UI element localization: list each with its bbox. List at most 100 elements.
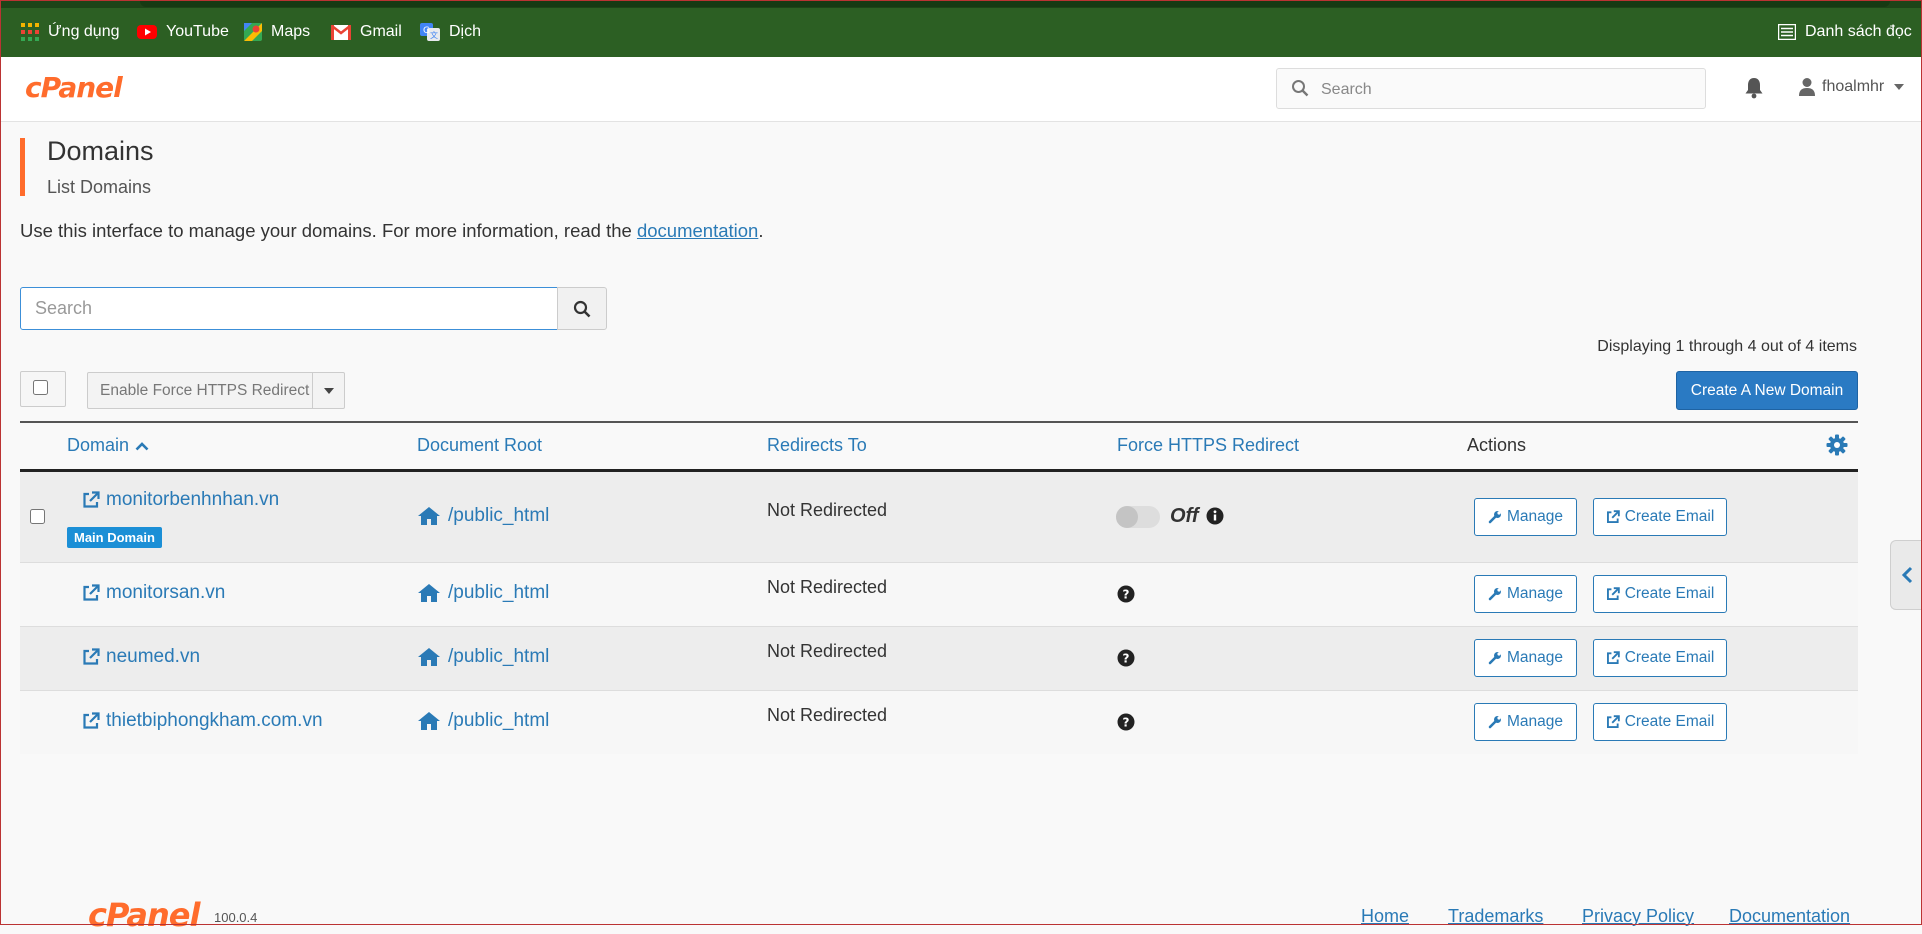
footer-link-privacy-policy[interactable]: Privacy Policy (1582, 906, 1694, 927)
home-icon (417, 647, 441, 667)
create-email-button[interactable]: Create Email (1593, 575, 1727, 613)
reading-list-button[interactable]: Danh sách đọc (1778, 23, 1912, 41)
caret-down-icon (323, 387, 334, 394)
username: fhoalmhr (1822, 78, 1885, 95)
footer-link-documentation[interactable]: Documentation (1729, 906, 1850, 927)
create-email-button[interactable]: Create Email (1593, 498, 1727, 536)
domain-search-field[interactable] (20, 287, 558, 330)
pagination-info: Displaying 1 through 4 out of 4 items (1597, 338, 1857, 355)
manage-button[interactable]: Manage (1474, 639, 1577, 677)
column-header-force-https[interactable]: Force HTTPS Redirect (1117, 435, 1299, 456)
home-icon (417, 711, 441, 731)
bookmarks-bar: Ứng dụng YouTube Maps Gmail G文 Dịch Danh… (0, 0, 1922, 57)
domain-link[interactable]: monitorsan.vn (82, 582, 225, 604)
create-email-label: Create Email (1624, 713, 1715, 730)
redirect-status: Not Redirected (767, 500, 888, 520)
bookmark-label: Gmail (360, 23, 402, 40)
document-root-link[interactable]: /public_html (417, 646, 549, 668)
gmail-icon (331, 24, 351, 40)
wrench-icon (1488, 510, 1502, 524)
cpanel-logo[interactable]: cPanel (25, 71, 123, 104)
document-root-link[interactable]: /public_html (417, 505, 549, 527)
bookmark-label: YouTube (166, 23, 229, 40)
manage-label: Manage (1506, 649, 1563, 666)
gear-icon[interactable] (1826, 434, 1848, 456)
wrench-icon (1488, 715, 1502, 729)
external-link-icon (1606, 510, 1620, 524)
table-row: thietbiphongkham.com.vn /public_html Not… (20, 691, 1858, 754)
question-circle-icon[interactable]: ? (1117, 713, 1135, 731)
redirect-status: Not Redirected (767, 705, 888, 725)
create-new-domain-button[interactable]: Create A New Domain (1676, 371, 1858, 410)
domains-table: Domain Document Root Redirects To Force … (20, 421, 1858, 754)
question-circle-icon[interactable]: ? (1117, 585, 1135, 603)
bulk-action-dropdown[interactable] (312, 373, 344, 408)
document-root-path: /public_html (448, 710, 550, 731)
document-root-link[interactable]: /public_html (417, 710, 549, 732)
domain-search-input[interactable] (21, 288, 557, 329)
bookmark-maps[interactable]: Maps (244, 23, 310, 41)
document-root-link[interactable]: /public_html (417, 582, 549, 604)
header-search-input[interactable] (1319, 77, 1693, 103)
table-row: monitorsan.vn /public_html Not Redirecte… (20, 563, 1858, 627)
create-email-button[interactable]: Create Email (1593, 639, 1727, 677)
column-header-domain[interactable]: Domain (67, 435, 149, 456)
domain-name: neumed.vn (106, 646, 201, 667)
manage-label: Manage (1506, 508, 1563, 525)
create-email-button[interactable]: Create Email (1593, 703, 1727, 741)
info-circle-icon[interactable] (1206, 507, 1224, 525)
domain-name: monitorbenhnhan.vn (106, 489, 280, 510)
svg-text:?: ? (1123, 588, 1130, 602)
domain-link[interactable]: neumed.vn (82, 646, 200, 668)
external-link-icon (1606, 587, 1620, 601)
footer-link-home[interactable]: Home (1361, 906, 1409, 927)
chevron-left-icon (1901, 566, 1913, 584)
bookmark-youtube[interactable]: YouTube (137, 23, 229, 41)
domain-link[interactable]: monitorbenhnhan.vn (82, 489, 279, 511)
column-header-redirects-to[interactable]: Redirects To (767, 435, 867, 456)
search-button[interactable] (557, 287, 607, 330)
enable-force-https-button[interactable]: Enable Force HTTPS Redirect (88, 373, 312, 408)
table-row: neumed.vn /public_html Not Redirected ? … (20, 627, 1858, 691)
bookmark-translate[interactable]: G文 Dịch (420, 23, 481, 41)
address-bar-edge (140, 0, 1890, 7)
document-root-path: /public_html (448, 582, 550, 603)
svg-text:?: ? (1123, 652, 1130, 666)
side-panel-toggle[interactable] (1890, 540, 1922, 610)
caret-down-icon (1894, 84, 1905, 90)
documentation-link[interactable]: documentation (637, 220, 758, 241)
manage-button[interactable]: Manage (1474, 703, 1577, 741)
question-circle-icon[interactable]: ? (1117, 649, 1135, 667)
row-checkbox[interactable] (30, 509, 45, 524)
create-email-label: Create Email (1624, 649, 1715, 666)
bookmark-label: Ứng dụng (48, 23, 120, 40)
table-header: Domain Document Root Redirects To Force … (20, 421, 1858, 472)
bookmark-label: Maps (271, 23, 311, 40)
redirect-status: Not Redirected (767, 641, 888, 661)
column-header-document-root[interactable]: Document Root (417, 435, 542, 456)
select-all-wrapper (20, 371, 66, 407)
bookmark-gmail[interactable]: Gmail (331, 23, 402, 41)
intro-sentence: Use this interface to manage your domain… (20, 220, 637, 241)
svg-text:?: ? (1123, 716, 1130, 730)
force-https-toggle[interactable] (1116, 506, 1160, 528)
main-domain-badge: Main Domain (67, 527, 162, 548)
wrench-icon (1488, 651, 1502, 665)
create-email-label: Create Email (1624, 585, 1715, 602)
external-link-icon (82, 648, 100, 666)
notifications-bell-icon[interactable] (1744, 77, 1764, 99)
user-menu[interactable]: fhoalmhr (1798, 77, 1910, 97)
force-https-state: Off (1170, 505, 1199, 527)
footer-link-trademarks[interactable]: Trademarks (1448, 906, 1543, 927)
manage-button[interactable]: Manage (1474, 575, 1577, 613)
manage-label: Manage (1506, 713, 1563, 730)
redirect-status: Not Redirected (767, 577, 888, 597)
header-search[interactable] (1276, 68, 1706, 109)
manage-button[interactable]: Manage (1474, 498, 1577, 536)
domain-name: thietbiphongkham.com.vn (106, 710, 323, 731)
select-all-checkbox[interactable] (33, 380, 48, 395)
domain-link[interactable]: thietbiphongkham.com.vn (82, 710, 323, 732)
reading-list-icon (1778, 24, 1796, 40)
browser-address-strip (0, 0, 1922, 8)
bookmark-apps[interactable]: Ứng dụng (21, 23, 120, 41)
